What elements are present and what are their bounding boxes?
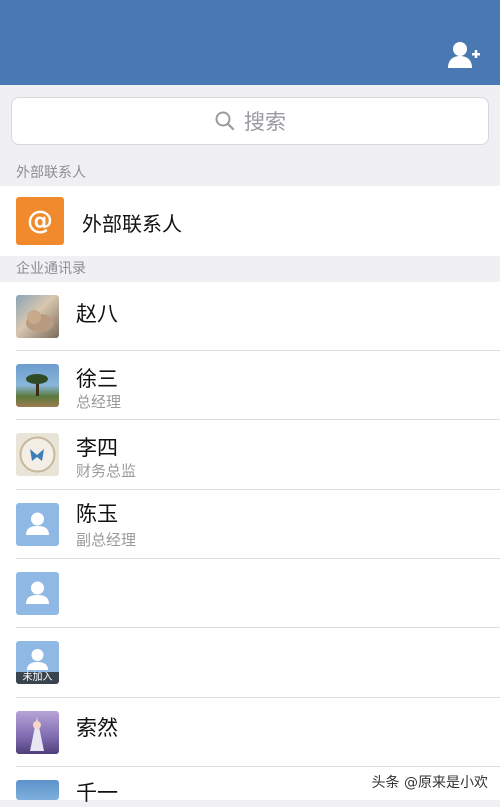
contact-title: 副总经理 bbox=[76, 531, 137, 549]
add-user-icon bbox=[448, 42, 480, 68]
svg-text:@: @ bbox=[27, 206, 53, 236]
contact-row[interactable]: 索然 bbox=[0, 698, 500, 767]
default-avatar-icon bbox=[16, 503, 59, 546]
contact-row[interactable]: 徐三 总经理 bbox=[0, 351, 500, 420]
external-contacts-label: 外部联系人 bbox=[82, 212, 182, 236]
contact-row[interactable]: 未加入 bbox=[0, 628, 500, 698]
default-avatar-icon: 未加入 bbox=[16, 641, 59, 684]
avatar bbox=[16, 433, 59, 476]
add-contact-button[interactable] bbox=[446, 40, 482, 72]
contact-row[interactable] bbox=[0, 559, 500, 628]
avatar bbox=[16, 711, 59, 754]
search-input[interactable]: 搜索 bbox=[11, 97, 489, 145]
contact-title: 财务总监 bbox=[76, 462, 137, 480]
not-joined-badge: 未加入 bbox=[16, 672, 59, 684]
contact-name: 赵八 bbox=[76, 302, 118, 326]
contact-name: 李四 bbox=[76, 436, 118, 460]
contact-row[interactable]: 李四 财务总监 bbox=[0, 420, 500, 490]
avatar bbox=[16, 295, 59, 338]
contact-name: 千一 bbox=[76, 781, 118, 805]
contact-title: 总经理 bbox=[76, 393, 122, 411]
search-bar-container: 搜索 bbox=[0, 85, 500, 159]
section-header-directory: 企业通讯录 bbox=[0, 256, 500, 282]
watermark-text: 头条 @原来是小欢 bbox=[371, 775, 488, 791]
avatar bbox=[16, 780, 59, 800]
contact-name: 徐三 bbox=[76, 367, 118, 391]
external-contacts-item[interactable]: @ 外部联系人 bbox=[0, 186, 500, 256]
contact-row[interactable]: 赵八 bbox=[0, 282, 500, 351]
search-placeholder: 搜索 bbox=[244, 110, 286, 134]
section-header-external: 外部联系人 bbox=[0, 160, 500, 186]
contact-name: 陈玉 bbox=[76, 502, 118, 526]
default-avatar-icon bbox=[16, 572, 59, 615]
contact-name: 索然 bbox=[76, 716, 118, 740]
avatar bbox=[16, 364, 59, 407]
at-icon: @ bbox=[16, 197, 64, 245]
top-bar bbox=[0, 0, 500, 85]
search-icon bbox=[215, 111, 235, 131]
contact-row[interactable]: 陈玉 副总经理 bbox=[0, 490, 500, 559]
